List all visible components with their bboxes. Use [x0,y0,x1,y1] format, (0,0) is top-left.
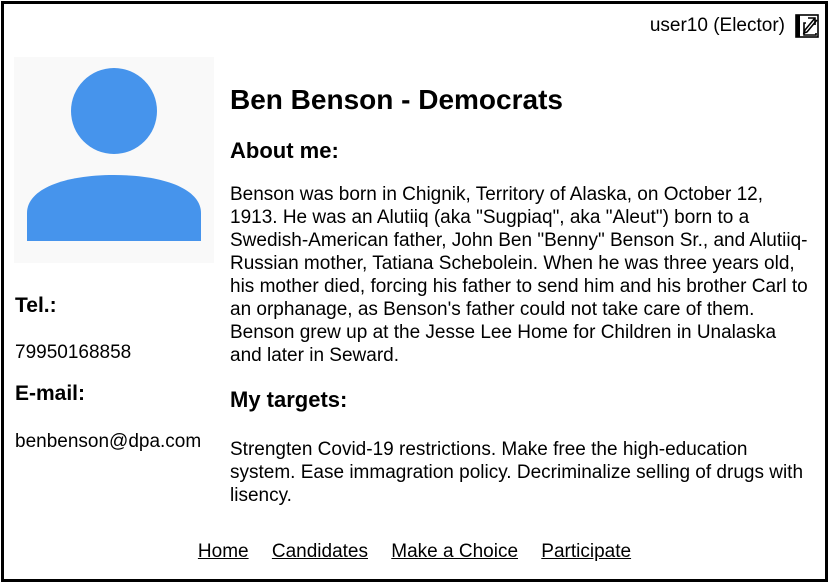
user-bar: user10 (Elector) [650,14,819,38]
nav-link-participate[interactable]: Participate [541,541,631,562]
email-value: benbenson@dpa.com [15,431,202,452]
targets-text: Strengten Covid-19 restrictions. Make fr… [230,439,804,506]
page-frame: user10 (Elector) Tel.: 79950168858 E-mai… [1,1,828,582]
candidate-title: Ben Benson - Democrats [230,84,563,115]
user-avatar-icon [27,68,201,241]
targets-heading: My targets: [230,387,348,412]
about-heading: About me: [230,138,339,163]
nav-link-home[interactable]: Home [198,541,249,562]
current-user-label: user10 (Elector) [649,15,785,36]
footer-nav: Home Candidates Make a Choice Participat… [4,540,825,564]
email-heading: E-mail: [15,382,86,405]
nav-link-candidates[interactable]: Candidates [272,541,368,562]
logout-icon[interactable] [795,14,819,38]
contact-column: Tel.: 79950168858 E-mail: benbenson@dpa.… [15,289,225,453]
nav-link-make-a-choice[interactable]: Make a Choice [391,541,518,562]
about-text: Benson was born in Chignik, Territory of… [230,184,808,366]
avatar [14,57,214,263]
tel-heading: Tel.: [15,294,57,317]
tel-value: 79950168858 [15,342,132,363]
candidate-profile: Ben Benson - Democrats About me: Benson … [230,80,810,507]
